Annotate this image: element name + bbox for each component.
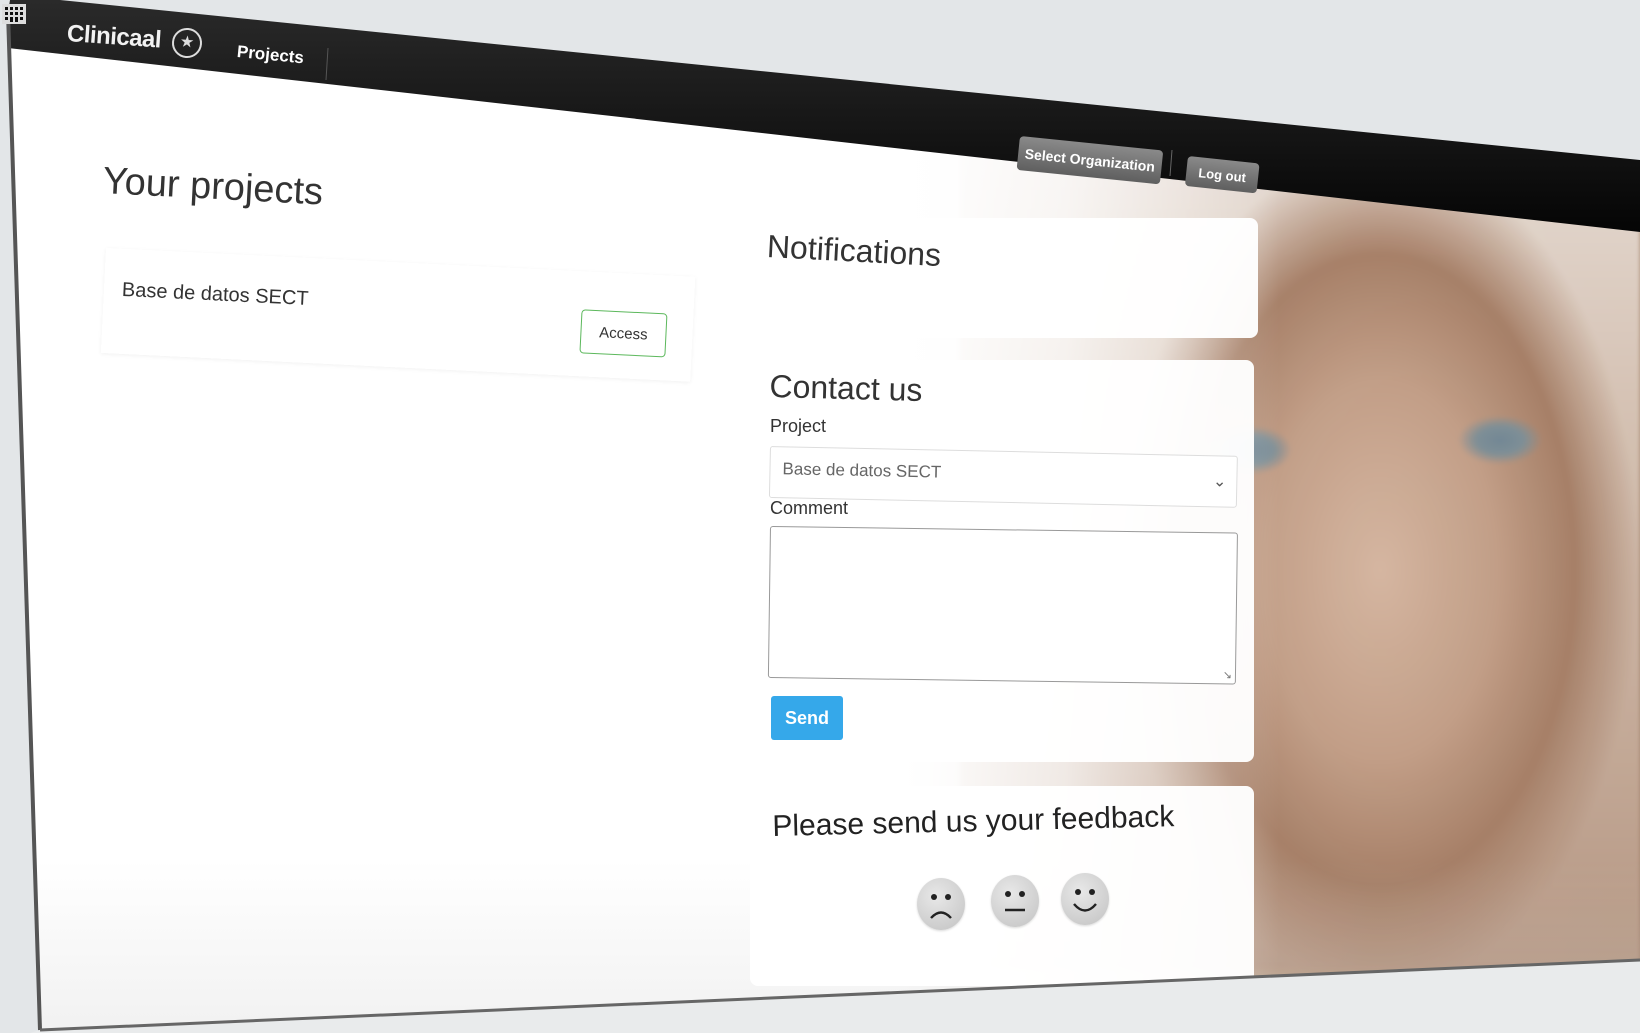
comment-label: Comment [770,498,849,518]
browser-screen: Your projects Base de datos SECT Access … [8,12,1640,1030]
resize-grip-icon[interactable]: ↘ [1223,668,1232,681]
send-button[interactable]: Send [771,696,843,740]
access-button[interactable]: Access [579,309,668,358]
sad-face-icon[interactable] [917,878,965,930]
neutral-face-icon[interactable] [991,875,1039,927]
comment-textarea[interactable]: ↘ [767,526,1238,685]
contact-title: Contact us [769,368,923,408]
screenshot-stage: Your projects Base de datos SECT Access … [0,0,1640,1033]
project-label: Project [770,416,827,436]
happy-face-icon[interactable] [1061,873,1109,925]
chevron-down-icon: ⌄ [1212,473,1227,491]
project-name: Base de datos SECT [121,278,310,310]
project-select-value: Base de datos SECT [782,459,942,482]
